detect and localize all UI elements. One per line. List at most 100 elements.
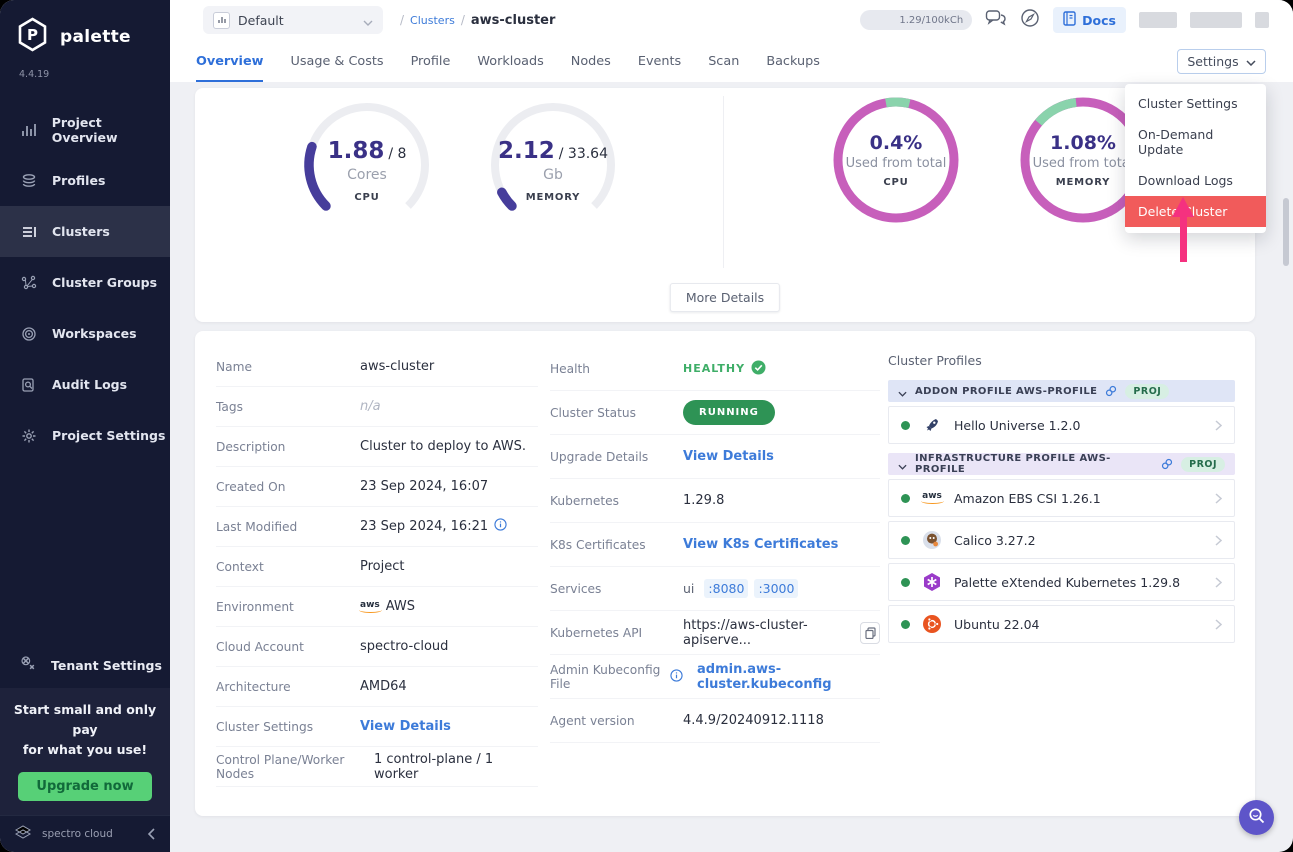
sidebar-item-workspaces[interactable]: Workspaces (0, 308, 170, 359)
service-port-3000-link[interactable]: :3000 (754, 579, 798, 598)
pxk-icon (921, 571, 943, 593)
sidebar-item-profiles[interactable]: Profiles (0, 155, 170, 206)
sidebar-item-cluster-groups[interactable]: Cluster Groups (0, 257, 170, 308)
cluster-settings-view-details-link[interactable]: View Details (360, 719, 451, 734)
svg-text:P: P (27, 26, 38, 44)
sidebar-item-audit-logs[interactable]: Audit Logs (0, 359, 170, 410)
brand-header: P palette (0, 0, 170, 57)
detail-row-nodes: Control Plane/Worker Nodes1 control-plan… (216, 747, 538, 787)
infrastructure-profile-group-header[interactable]: INFRASTRUCTURE PROFILE AWS-PROFILE PROJ (888, 453, 1235, 475)
status-dot (901, 578, 910, 587)
chevron-right-icon (1215, 489, 1222, 508)
annotation-arrow (1172, 197, 1194, 217)
app-version: 4.4.19 (0, 57, 170, 80)
tab-events[interactable]: Events (638, 40, 681, 82)
settings-button[interactable]: Settings (1177, 49, 1266, 74)
info-icon[interactable] (670, 669, 683, 685)
sidebar-item-project-overview[interactable]: Project Overview (0, 104, 170, 155)
brand-name: palette (60, 27, 131, 47)
tab-nodes[interactable]: Nodes (571, 40, 611, 82)
upgrade-now-button[interactable]: Upgrade now (18, 772, 151, 801)
profile-item-amazon-ebs-csi[interactable]: aws Amazon EBS CSI 1.26.1 (888, 479, 1235, 517)
chevron-right-icon (1215, 573, 1222, 592)
proj-badge: PROJ (1125, 384, 1169, 399)
chevron-down-icon (898, 455, 907, 474)
sidebar-item-tenant-settings[interactable]: Tenant Settings (0, 642, 170, 688)
redacted-text (1139, 12, 1177, 28)
detail-row-architecture: ArchitectureAMD64 (216, 667, 538, 707)
detail-row-upgrade-details: Upgrade DetailsView Details (550, 435, 880, 479)
usage-overview-card: 1.88/ 8 Cores CPU 2.12/ 33.64 Gb MEMORY (195, 88, 1255, 322)
grid-icon (213, 12, 230, 29)
sidebar-item-project-settings[interactable]: Project Settings (0, 410, 170, 461)
service-port-8080-link[interactable]: :8080 (704, 579, 748, 598)
profile-item-hello-universe[interactable]: Hello Universe 1.2.0 (888, 406, 1235, 444)
info-icon[interactable] (494, 518, 507, 535)
docs-button[interactable]: Docs (1053, 7, 1126, 33)
sidebar-item-label: Clusters (52, 224, 110, 239)
topbar-actions: 1.29/100kCh Docs (860, 7, 1269, 33)
compass-icon[interactable] (1020, 8, 1040, 32)
layers-icon (20, 173, 38, 189)
annotation-arrow (1180, 215, 1187, 262)
sidebar-item-label: Audit Logs (52, 377, 127, 392)
profile-item-calico[interactable]: Calico 3.27.2 (888, 521, 1235, 559)
kubeconfig-download-link[interactable]: admin.aws-cluster.kubeconfig (697, 662, 880, 692)
sidebar-item-label: Project Settings (52, 428, 165, 443)
link-icon[interactable] (1105, 382, 1117, 401)
detail-row-context: ContextProject (216, 547, 538, 587)
addon-profile-group-header[interactable]: ADDON PROFILE AWS-PROFILE PROJ (888, 380, 1235, 402)
collapse-sidebar-icon[interactable] (147, 825, 156, 844)
proj-badge: PROJ (1181, 457, 1225, 472)
app-window: P palette 4.4.19 Project Overview Profil… (0, 0, 1293, 852)
tab-scan[interactable]: Scan (708, 40, 739, 82)
tab-workloads[interactable]: Workloads (477, 40, 543, 82)
detail-row-kubernetes-api: Kubernetes APIhttps://aws-cluster-apiser… (550, 611, 880, 655)
chevron-down-icon (363, 11, 373, 30)
tab-usage-costs[interactable]: Usage & Costs (290, 40, 383, 82)
tab-backups[interactable]: Backups (766, 40, 820, 82)
search-fab-button[interactable] (1239, 800, 1274, 835)
chevron-right-icon (1215, 615, 1222, 634)
copy-icon[interactable] (860, 622, 880, 644)
project-selector[interactable]: Default (203, 6, 383, 34)
bar-chart-icon (20, 122, 38, 138)
target-icon (20, 326, 38, 342)
chevron-right-icon (1215, 416, 1222, 435)
menu-item-on-demand-update[interactable]: On-Demand Update (1125, 119, 1266, 165)
upgrade-view-details-link[interactable]: View Details (683, 449, 774, 464)
upgrade-promo: Start small and only pay for what you us… (0, 688, 170, 815)
usage-quota-pill: 1.29/100kCh (860, 10, 972, 30)
sidebar-item-clusters[interactable]: Clusters (0, 206, 170, 257)
spectro-cloud-logo-icon (12, 822, 34, 846)
divider (723, 96, 724, 268)
detail-row-agent-version: Agent version4.4.9/20240912.1118 (550, 699, 880, 743)
tab-overview[interactable]: Overview (196, 40, 263, 82)
cpu-gauge: 1.88/ 8 Cores CPU (297, 95, 437, 235)
view-k8s-certificates-link[interactable]: View K8s Certificates (683, 537, 838, 552)
sidebar-bottom: Tenant Settings Start small and only pay… (0, 642, 170, 852)
breadcrumb-clusters-link[interactable]: Clusters (410, 14, 455, 27)
scrollbar-thumb[interactable] (1283, 198, 1289, 266)
link-icon[interactable] (1161, 455, 1173, 474)
audit-search-icon (20, 377, 38, 393)
detail-row-cloud-account: Cloud Accountspectro-cloud (216, 627, 538, 667)
status-dot (901, 536, 910, 545)
detail-row-admin-kubeconfig: Admin Kubeconfig Fileadmin.aws-cluster.k… (550, 655, 880, 699)
tab-profile[interactable]: Profile (411, 40, 451, 82)
menu-item-download-logs[interactable]: Download Logs (1125, 165, 1266, 196)
rocket-icon (921, 414, 943, 436)
chevron-down-icon (1246, 54, 1256, 69)
menu-item-cluster-settings[interactable]: Cluster Settings (1125, 88, 1266, 119)
menu-item-delete-cluster[interactable]: Delete Cluster (1125, 196, 1266, 227)
detail-row-environment: EnvironmentawsAWS (216, 587, 538, 627)
palette-logo-icon: P (14, 16, 51, 57)
profile-item-ubuntu[interactable]: Ubuntu 22.04 (888, 605, 1235, 643)
status-dot (901, 421, 910, 430)
redacted-text (1190, 12, 1242, 28)
detail-row-cluster-status: Cluster StatusRUNNING (550, 391, 880, 435)
more-details-button[interactable]: More Details (670, 283, 780, 312)
chat-icon[interactable] (985, 9, 1007, 32)
profile-item-palette-extended-kubernetes[interactable]: Palette eXtended Kubernetes 1.29.8 (888, 563, 1235, 601)
details-left-column: Nameaws-cluster Tagsn/a DescriptionClust… (216, 347, 538, 787)
